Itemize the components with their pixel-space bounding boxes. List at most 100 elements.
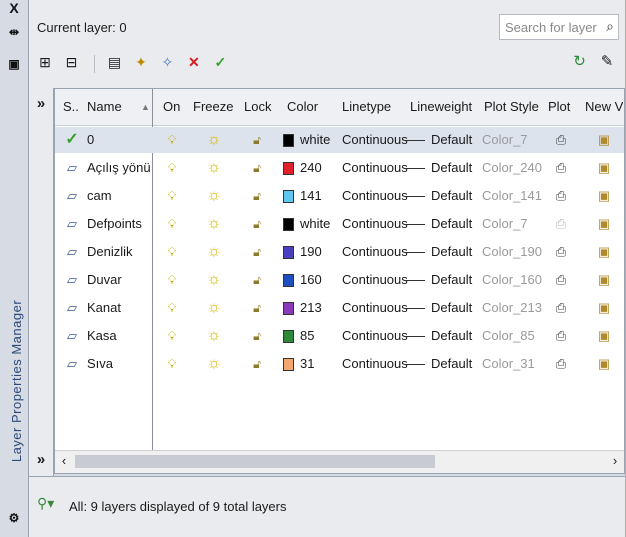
- layer-on-bulb-icon[interactable]: 💡︎: [163, 159, 181, 177]
- layer-on-bulb-icon[interactable]: 💡︎: [163, 327, 181, 345]
- layer-freeze-sun-icon[interactable]: ☼: [205, 327, 223, 345]
- new-vp-freeze-icon[interactable]: ▣: [595, 271, 613, 289]
- layer-plot-printer-icon[interactable]: ⎙: [552, 187, 570, 205]
- set-current-icon[interactable]: ✓: [210, 52, 230, 72]
- layer-freeze-sun-icon[interactable]: ☼: [205, 271, 223, 289]
- layer-lineweight[interactable]: Default: [431, 132, 472, 147]
- scroll-right-icon[interactable]: ›: [608, 454, 622, 468]
- table-row[interactable]: ▱ Sıva 💡︎ ☼ 🔓︎ 31 Continuous Default Color_31 ⎙ ▣: [55, 351, 624, 377]
- column-header-lock[interactable]: Lock: [244, 99, 271, 114]
- layer-lineweight[interactable]: Default: [431, 272, 472, 287]
- layer-plot-printer-icon[interactable]: ⎙: [552, 159, 570, 177]
- layer-color-value[interactable]: white: [300, 132, 330, 147]
- layer-lock-icon[interactable]: 🔓︎: [248, 271, 266, 289]
- layer-plot-printer-icon[interactable]: ⎙: [552, 355, 570, 373]
- layer-states-manager-icon[interactable]: ▤: [104, 52, 124, 72]
- column-header-linetype[interactable]: Linetype: [342, 99, 391, 114]
- layer-lineweight[interactable]: Default: [431, 300, 472, 315]
- layer-status-icon[interactable]: ▱: [63, 355, 81, 373]
- layer-freeze-sun-icon[interactable]: ☼: [205, 243, 223, 261]
- layer-status-icon[interactable]: ▱: [63, 299, 81, 317]
- layer-status-icon[interactable]: ▱: [63, 243, 81, 261]
- horizontal-scrollbar[interactable]: ‹ ›: [55, 450, 624, 473]
- layer-plot-printer-icon[interactable]: ⎙: [552, 215, 570, 233]
- layer-name[interactable]: Sıva: [87, 356, 113, 371]
- layer-linetype[interactable]: Continuous: [342, 244, 408, 259]
- search-icon[interactable]: ⌕: [606, 18, 614, 35]
- close-icon[interactable]: X: [6, 0, 22, 16]
- layer-on-bulb-icon[interactable]: 💡︎: [163, 355, 181, 373]
- layer-linetype[interactable]: Continuous: [342, 160, 408, 175]
- layer-status-icon[interactable]: ▱: [63, 159, 81, 177]
- layer-color-value[interactable]: 31: [300, 356, 314, 371]
- layer-name[interactable]: Açılış yönü: [87, 160, 151, 175]
- layer-lineweight[interactable]: Default: [431, 328, 472, 343]
- layer-name[interactable]: Kanat: [87, 300, 121, 315]
- auto-hide-icon[interactable]: ⇹: [6, 24, 22, 40]
- layer-name[interactable]: 0: [87, 132, 94, 147]
- layer-color-swatch[interactable]: [283, 330, 294, 343]
- filter-status-icon[interactable]: ⚲▾: [37, 495, 54, 512]
- column-header-plot[interactable]: Plot: [548, 99, 570, 114]
- expand-filter-tree-icon[interactable]: »: [33, 96, 49, 112]
- layer-linetype[interactable]: Continuous: [342, 216, 408, 231]
- layer-color-value[interactable]: 85: [300, 328, 314, 343]
- layer-plot-printer-icon[interactable]: ⎙: [552, 327, 570, 345]
- layer-linetype[interactable]: Continuous: [342, 356, 408, 371]
- new-property-filter-icon[interactable]: ⊞: [35, 52, 55, 72]
- search-input[interactable]: Search for layer ⌕: [499, 14, 619, 40]
- layer-linetype[interactable]: Continuous: [342, 300, 408, 315]
- layer-name[interactable]: cam: [87, 188, 112, 203]
- column-header-status[interactable]: S..: [63, 99, 79, 114]
- layer-linetype[interactable]: Continuous: [342, 328, 408, 343]
- layer-linetype[interactable]: Continuous: [342, 132, 408, 147]
- table-row[interactable]: ▱ Defpoints 💡︎ ☼ 🔓︎ white Continuous Default Col…: [55, 211, 624, 237]
- new-vp-freeze-icon[interactable]: ▣: [595, 327, 613, 345]
- column-header-freeze[interactable]: Freeze: [193, 99, 233, 114]
- refresh-icon[interactable]: ↻: [570, 52, 590, 72]
- layer-name[interactable]: Duvar: [87, 272, 122, 287]
- layer-linetype[interactable]: Continuous: [342, 272, 408, 287]
- layer-lock-icon[interactable]: 🔓︎: [248, 243, 266, 261]
- layer-status-icon[interactable]: ▱: [63, 215, 81, 233]
- column-header-lineweight[interactable]: Lineweight: [410, 99, 472, 114]
- column-header-name[interactable]: Name: [87, 99, 122, 114]
- column-header-on[interactable]: On: [163, 99, 180, 114]
- layer-status-icon[interactable]: ▱: [63, 327, 81, 345]
- layer-color-value[interactable]: white: [300, 216, 330, 231]
- layer-plot-printer-icon[interactable]: ⎙: [552, 243, 570, 261]
- scrollbar-thumb[interactable]: [75, 455, 435, 468]
- layer-plot-printer-icon[interactable]: ⎙: [552, 271, 570, 289]
- new-vp-freeze-icon[interactable]: ▣: [595, 215, 613, 233]
- layer-lock-icon[interactable]: 🔓︎: [248, 355, 266, 373]
- layer-on-bulb-icon[interactable]: 💡︎: [163, 299, 181, 317]
- palette-settings-icon[interactable]: ⚙: [6, 510, 22, 526]
- layer-color-value[interactable]: 213: [300, 300, 322, 315]
- column-header-color[interactable]: Color: [287, 99, 318, 114]
- layer-lineweight[interactable]: Default: [431, 188, 472, 203]
- scroll-left-icon[interactable]: ‹: [57, 454, 71, 468]
- new-layer-vp-frozen-icon[interactable]: ✧: [157, 52, 177, 72]
- collapse-filter-tree-icon[interactable]: »: [33, 452, 49, 468]
- layer-name[interactable]: Denizlik: [87, 244, 133, 259]
- new-vp-freeze-icon[interactable]: ▣: [595, 131, 613, 149]
- layer-name[interactable]: Defpoints: [87, 216, 142, 231]
- layer-on-bulb-icon[interactable]: 💡︎: [163, 187, 181, 205]
- column-header-new-vp[interactable]: New VP: [585, 99, 624, 114]
- new-layer-icon[interactable]: ✦: [131, 52, 151, 72]
- layer-plot-printer-icon[interactable]: ⎙: [552, 131, 570, 149]
- new-group-filter-icon[interactable]: ⊟: [61, 52, 81, 72]
- layer-freeze-sun-icon[interactable]: ☼: [205, 215, 223, 233]
- layer-color-value[interactable]: 190: [300, 244, 322, 259]
- layer-color-swatch[interactable]: [283, 246, 294, 259]
- layer-lock-icon[interactable]: 🔓︎: [248, 131, 266, 149]
- layer-color-swatch[interactable]: [283, 190, 294, 203]
- layer-on-bulb-icon[interactable]: 💡︎: [163, 243, 181, 261]
- layer-lineweight[interactable]: Default: [431, 244, 472, 259]
- layer-lock-icon[interactable]: 🔓︎: [248, 299, 266, 317]
- layer-color-swatch[interactable]: [283, 302, 294, 315]
- layer-status-icon[interactable]: ▱: [63, 271, 81, 289]
- layer-freeze-sun-icon[interactable]: ☼: [205, 355, 223, 373]
- new-vp-freeze-icon[interactable]: ▣: [595, 299, 613, 317]
- new-vp-freeze-icon[interactable]: ▣: [595, 187, 613, 205]
